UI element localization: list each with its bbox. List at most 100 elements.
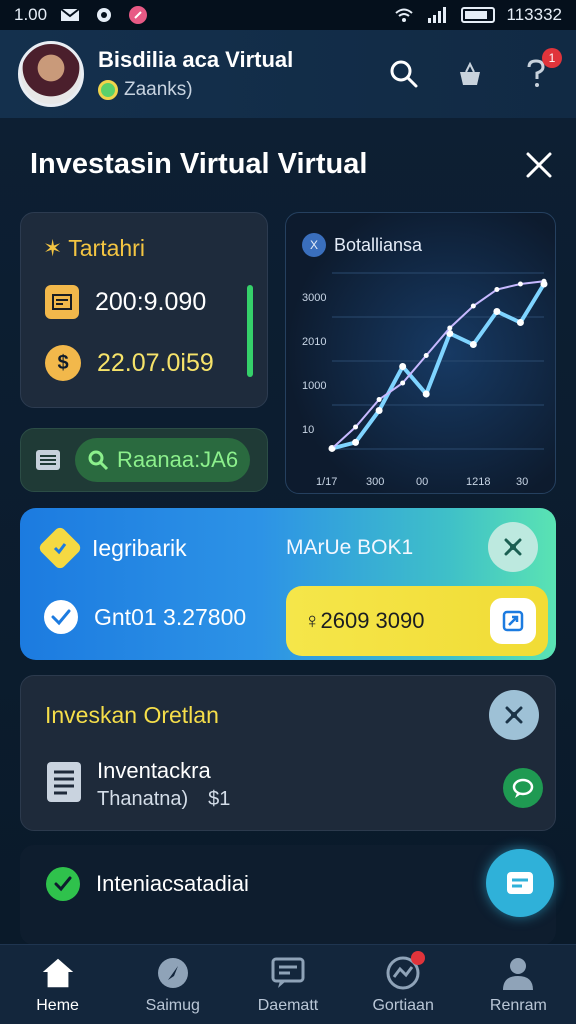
balance-row-2: Gnt01 3.27800	[44, 600, 246, 634]
data-point	[352, 438, 360, 446]
wifi-icon	[393, 6, 415, 24]
data-point	[470, 303, 476, 309]
export-button[interactable]	[490, 598, 536, 644]
tab-saimug-label: Saimug	[145, 996, 200, 1014]
summary-card[interactable]: ✶ Tartahri 200:9.090 $ 22.07.0i59	[20, 212, 268, 408]
summary-title-text: Tartahri	[68, 235, 145, 261]
notification-icon[interactable]: 1	[518, 48, 562, 92]
balance-label-1: Iegribarik	[92, 534, 187, 561]
status-bar: 1.00 113332	[0, 0, 576, 30]
star-icon: ✶	[43, 235, 69, 261]
balance-card[interactable]: Iegribarik MArUe BOK1 Gnt01 3.27800 ♀260…	[20, 508, 556, 660]
invest-item-sub-text: Thanatna)	[97, 788, 189, 810]
calendar-icon	[507, 872, 533, 894]
invest-title: Inveskan Oretlan	[45, 702, 219, 728]
balance-row-1: Iegribarik	[37, 525, 187, 571]
status-left: 1.00	[14, 5, 149, 25]
activity-icon	[385, 950, 426, 991]
chart-card[interactable]: X Botalliansa 3000 2010 1000 10 1/17 300 00 121…	[285, 212, 556, 494]
data-point	[447, 325, 453, 331]
message-icon	[270, 955, 306, 991]
data-point	[422, 390, 430, 398]
main-content: Investasin Virtual Virtual ✶ Tartahri 20…	[0, 118, 576, 945]
status-right: 113332	[393, 5, 562, 25]
series-line	[331, 282, 546, 451]
invest-item-title: Inventackra	[97, 758, 211, 783]
data-point	[399, 363, 407, 370]
basket-icon[interactable]	[452, 56, 488, 92]
list-item[interactable]: Inteniacsatadiai	[20, 845, 556, 945]
tab-gortiaan[interactable]: Gortiaan	[348, 950, 458, 1015]
header-text: Bisdilia aca Virtual Zaanks)	[98, 47, 386, 101]
balance-label-2: MArUe BOK1	[286, 536, 414, 559]
data-point	[469, 341, 477, 348]
app-icon	[127, 6, 149, 24]
summary-row-1: 200:9.090	[45, 285, 206, 319]
balance-value-2: ♀2609 3090	[304, 608, 425, 633]
list-item-label: Inteniacsatadiai	[96, 871, 249, 896]
progress-indicator	[247, 285, 253, 377]
compass-icon	[155, 955, 191, 991]
bottom-tab-bar: Heme Saimug Daematt Gortiaan Renram	[0, 944, 576, 1024]
invest-item-sub: Thanatna) $1	[97, 788, 230, 811]
tab-daematt-label: Daematt	[257, 996, 319, 1014]
tab-renram[interactable]: Renram	[463, 955, 573, 1015]
x-tick-label: 00	[416, 476, 428, 488]
tab-renram-label: Renram	[489, 996, 547, 1014]
tab-home[interactable]: Heme	[3, 955, 113, 1015]
summary-value-2: 22.07.0i59	[97, 348, 214, 377]
balance-highlight[interactable]: ♀2609 3090	[286, 586, 548, 656]
x-tick-label: 30	[516, 476, 528, 488]
header-title: Bisdilia aca Virtual	[98, 47, 294, 72]
y-tick-label: 10	[302, 424, 314, 436]
tab-saimug[interactable]: Saimug	[118, 955, 228, 1015]
notification-badge: 1	[542, 48, 562, 68]
coin-icon: $	[45, 345, 81, 381]
document-icon	[47, 762, 81, 802]
signal-icon	[427, 6, 449, 24]
filter-card[interactable]: Raanaa:JA6	[20, 428, 268, 492]
y-tick-label: 2010	[302, 336, 326, 348]
data-point	[400, 380, 406, 386]
header-subtitle-text: Zaanks)	[124, 79, 193, 100]
summary-row-2: $ 22.07.0i59	[45, 345, 214, 381]
search-icon[interactable]	[386, 56, 422, 92]
close-icon	[526, 152, 552, 178]
invest-item-value: $1	[208, 788, 231, 810]
data-point	[493, 308, 501, 315]
wallet-icon	[45, 285, 79, 319]
tab-home-label: Heme	[36, 996, 79, 1014]
tab-daematt[interactable]: Daematt	[233, 955, 343, 1015]
x-tick-label: 1/17	[316, 476, 337, 488]
tab-gortiaan-label: Gortiaan	[372, 996, 434, 1014]
filter-pill[interactable]: Raanaa:JA6	[75, 438, 251, 482]
avatar[interactable]	[18, 41, 84, 107]
export-icon	[502, 610, 524, 632]
check-circle-icon	[46, 867, 80, 901]
app-header: Bisdilia aca Virtual Zaanks) 1	[0, 30, 576, 118]
list-icon	[36, 450, 60, 470]
tools-icon	[504, 538, 522, 556]
balance-action-button[interactable]	[488, 522, 538, 572]
status-time: 1.00	[14, 5, 48, 24]
data-point	[423, 353, 429, 358]
close-button[interactable]	[520, 146, 558, 184]
header-actions: 1	[386, 48, 562, 92]
status-clock: 113332	[506, 5, 562, 24]
fab-button[interactable]	[486, 849, 554, 917]
tools-icon	[505, 706, 523, 724]
chat-button[interactable]	[503, 768, 543, 808]
page-title: Investasin Virtual Virtual	[30, 148, 368, 180]
summary-title: ✶ Tartahri	[43, 235, 145, 262]
camera-icon	[93, 6, 115, 24]
chat-icon	[512, 778, 534, 798]
diamond-icon	[37, 525, 83, 571]
tab-badge	[411, 950, 426, 965]
filter-pill-label: Raanaa:JA6	[117, 447, 239, 472]
invest-action-button[interactable]	[489, 690, 539, 740]
y-tick-label: 3000	[302, 292, 326, 304]
header-subtitle: Zaanks)	[98, 79, 386, 101]
search-small-icon	[88, 450, 109, 471]
line-chart: 3000 2010 1000 10 1/17 300 00 1218 30	[302, 272, 548, 488]
invest-card[interactable]: Inveskan Oretlan Inventackra Thanatna) $…	[20, 675, 556, 831]
